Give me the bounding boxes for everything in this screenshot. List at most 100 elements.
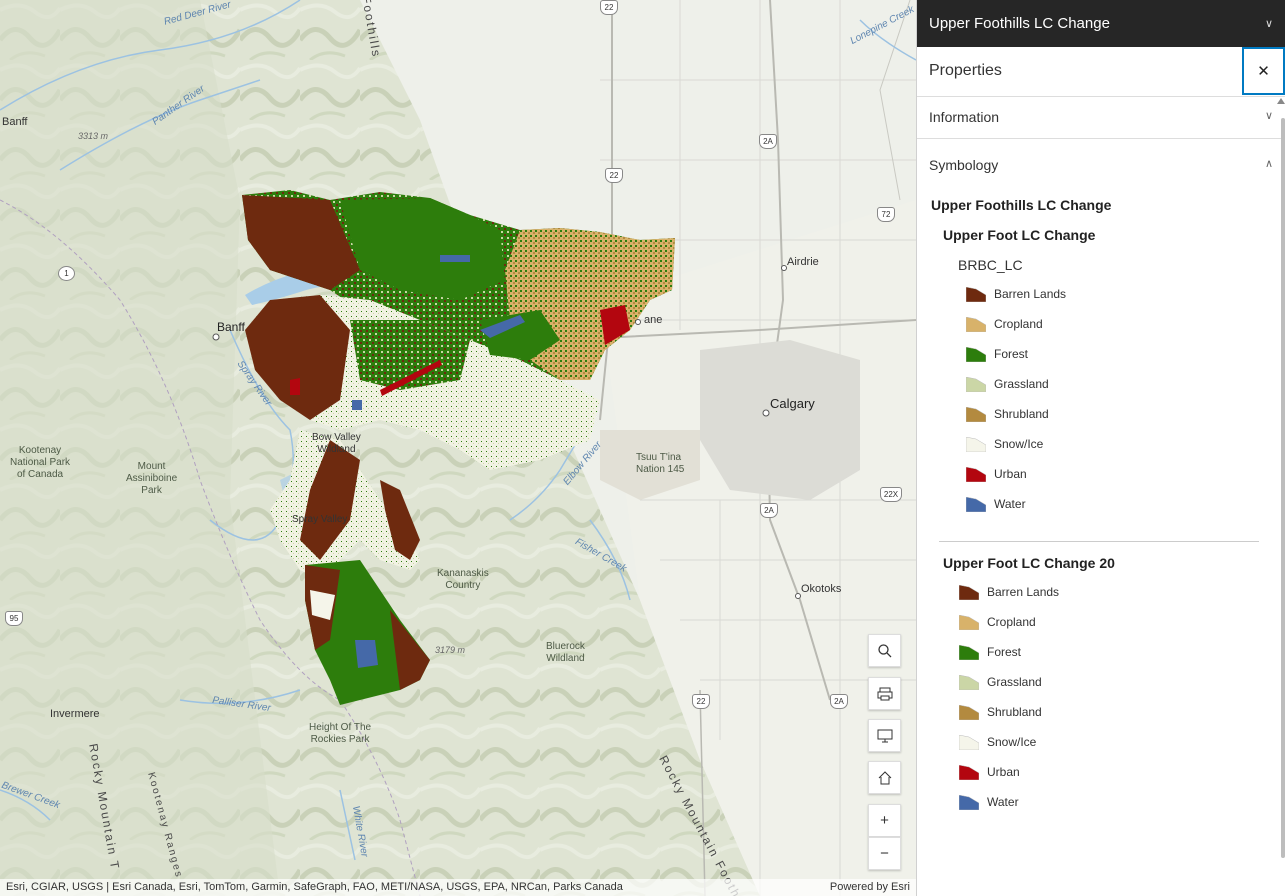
- place-height-rockies: Height Of The Rockies Park: [309, 722, 372, 745]
- legend-item: Cropland: [966, 309, 1285, 339]
- close-button[interactable]: ✕: [1242, 47, 1285, 95]
- legend-item: Water: [966, 489, 1285, 519]
- basemap: [0, 0, 916, 896]
- zoom-out-button[interactable]: −: [868, 837, 901, 870]
- highway-shield: 2A: [760, 503, 778, 518]
- legend-layer-name: Upper Foot LC Change 20: [943, 555, 1115, 571]
- highway-shield: 72: [877, 207, 895, 222]
- legend-swatch: [966, 406, 986, 422]
- basemap-icon: [877, 729, 892, 742]
- properties-title: Properties: [929, 62, 1002, 79]
- legend-item-label: Shrubland: [987, 705, 1042, 719]
- legend-item-label: Forest: [994, 347, 1029, 361]
- legend-item-label: Barren Lands: [994, 287, 1067, 301]
- legend-swatch: [959, 644, 979, 660]
- section-information-label: Information: [929, 109, 1000, 125]
- legend-item: Forest: [959, 637, 1285, 667]
- legend-item-label: Shrubland: [994, 407, 1049, 421]
- legend-swatch: [966, 286, 986, 302]
- legend-swatch: [966, 376, 986, 392]
- print-icon: [877, 687, 892, 700]
- highway-shield: 2A: [830, 694, 848, 709]
- place-spray-valley: Spray Valley: [292, 514, 348, 525]
- scrollbar-thumb[interactable]: [1281, 118, 1285, 858]
- legend-swatch: [959, 794, 979, 810]
- legend-swatch: [959, 584, 979, 600]
- highway-shield: 22: [692, 694, 710, 709]
- layer-panel-header[interactable]: Upper Foothills LC Change ∨: [917, 0, 1285, 47]
- legend-swatch: [959, 704, 979, 720]
- legend-swatch: [959, 674, 979, 690]
- attribution-text: Esri, CGIAR, USGS | Esri Canada, Esri, T…: [6, 881, 623, 893]
- app-root: Banff Banff Airdrie Calgary ane Okotoks …: [0, 0, 1285, 896]
- properties-header: Properties ✕: [917, 47, 1285, 97]
- legend-item-label: Cropland: [994, 317, 1043, 331]
- legend-item: Barren Lands: [966, 279, 1285, 309]
- legend-item-label: Barren Lands: [987, 585, 1060, 599]
- legend-item: Snow/Ice: [966, 429, 1285, 459]
- place-bow-valley: Bow Valley Wildland: [312, 432, 361, 455]
- place-kootenay-park: Kootenay National Park of Canada: [10, 445, 71, 480]
- legend-swatch: [966, 316, 986, 332]
- legend-item: Forest: [966, 339, 1285, 369]
- layer-title: Upper Foothills LC Change: [929, 15, 1110, 32]
- legend-swatch: [966, 436, 986, 452]
- map-view[interactable]: Banff Banff Airdrie Calgary ane Okotoks …: [0, 0, 916, 896]
- legend-swatch: [966, 496, 986, 512]
- legend-item-label: Water: [994, 497, 1026, 511]
- legend-swatch: [959, 734, 979, 750]
- legend-item: Shrubland: [966, 399, 1285, 429]
- basemap-button[interactable]: [868, 719, 901, 752]
- place-assiniboine: Mount Assiniboine Park: [126, 461, 178, 496]
- legend-item: Grassland: [959, 667, 1285, 697]
- legend-item-label: Forest: [987, 645, 1022, 659]
- attribution-bar: Esri, CGIAR, USGS | Esri Canada, Esri, T…: [0, 879, 916, 896]
- search-button[interactable]: [868, 634, 901, 667]
- legend-item-label: Snow/Ice: [987, 735, 1037, 749]
- highway-shield: 22X: [880, 487, 902, 502]
- home-button[interactable]: [868, 761, 901, 794]
- panel-scrollbar[interactable]: [1277, 98, 1285, 878]
- close-icon: ✕: [1257, 63, 1270, 80]
- legend-layer-name: Upper Foot LC Change: [943, 227, 1096, 243]
- legend-item-label: Grassland: [987, 675, 1042, 689]
- legend-item-label: Urban: [987, 765, 1020, 779]
- label-elevation-1: 3313 m: [78, 131, 109, 141]
- section-information[interactable]: Information ∨: [917, 97, 1285, 139]
- legend-swatch: [959, 764, 979, 780]
- highway-shield: 22: [605, 168, 623, 183]
- place-airdrie: Airdrie: [787, 256, 819, 268]
- legend-list: Barren Lands Cropland Forest Grassland Shrub…: [931, 577, 1285, 817]
- place-banff: Banff: [217, 320, 245, 334]
- scroll-up-icon[interactable]: [1277, 98, 1285, 104]
- place-calgary: Calgary: [770, 396, 815, 411]
- section-symbology-label: Symbology: [929, 157, 999, 173]
- powered-by-esri[interactable]: Powered by Esri: [830, 881, 910, 894]
- highway-shield: 1: [58, 266, 75, 281]
- legend-item: Snow/Ice: [959, 727, 1285, 757]
- search-icon: [877, 643, 891, 657]
- legend-item: Water: [959, 787, 1285, 817]
- highway-shield: 95: [5, 611, 23, 626]
- legend-item-label: Urban: [994, 467, 1027, 481]
- layer-panel: Upper Foothills LC Change ∨ Properties ✕…: [916, 0, 1285, 896]
- legend-field-name: BRBC_LC: [958, 257, 1023, 273]
- legend-title: Upper Foothills LC Change: [931, 197, 1112, 213]
- print-button[interactable]: [868, 677, 901, 710]
- legend-item-label: Water: [987, 795, 1019, 809]
- legend-item: Cropland: [959, 607, 1285, 637]
- legend-item: Shrubland: [959, 697, 1285, 727]
- chevron-down-icon[interactable]: ∨: [1265, 17, 1273, 30]
- zoom-in-button[interactable]: +: [868, 804, 901, 837]
- legend-item: Grassland: [966, 369, 1285, 399]
- legend-item: Urban: [959, 757, 1285, 787]
- highway-shield: 2A: [759, 134, 777, 149]
- place-bluerock: Bluerock Wildland: [546, 641, 585, 664]
- place-cochrane: ane: [644, 314, 663, 326]
- zoom-out-icon: −: [880, 845, 889, 862]
- legend: Upper Foothills LC Change Upper Foot LC …: [917, 197, 1285, 817]
- legend-item-label: Snow/Ice: [994, 437, 1044, 451]
- chevron-up-icon: ∧: [1264, 158, 1273, 170]
- place-tsuu-tina: Tsuu T'ina Nation 145: [636, 452, 685, 475]
- section-symbology[interactable]: Symbology ∧: [917, 139, 1285, 197]
